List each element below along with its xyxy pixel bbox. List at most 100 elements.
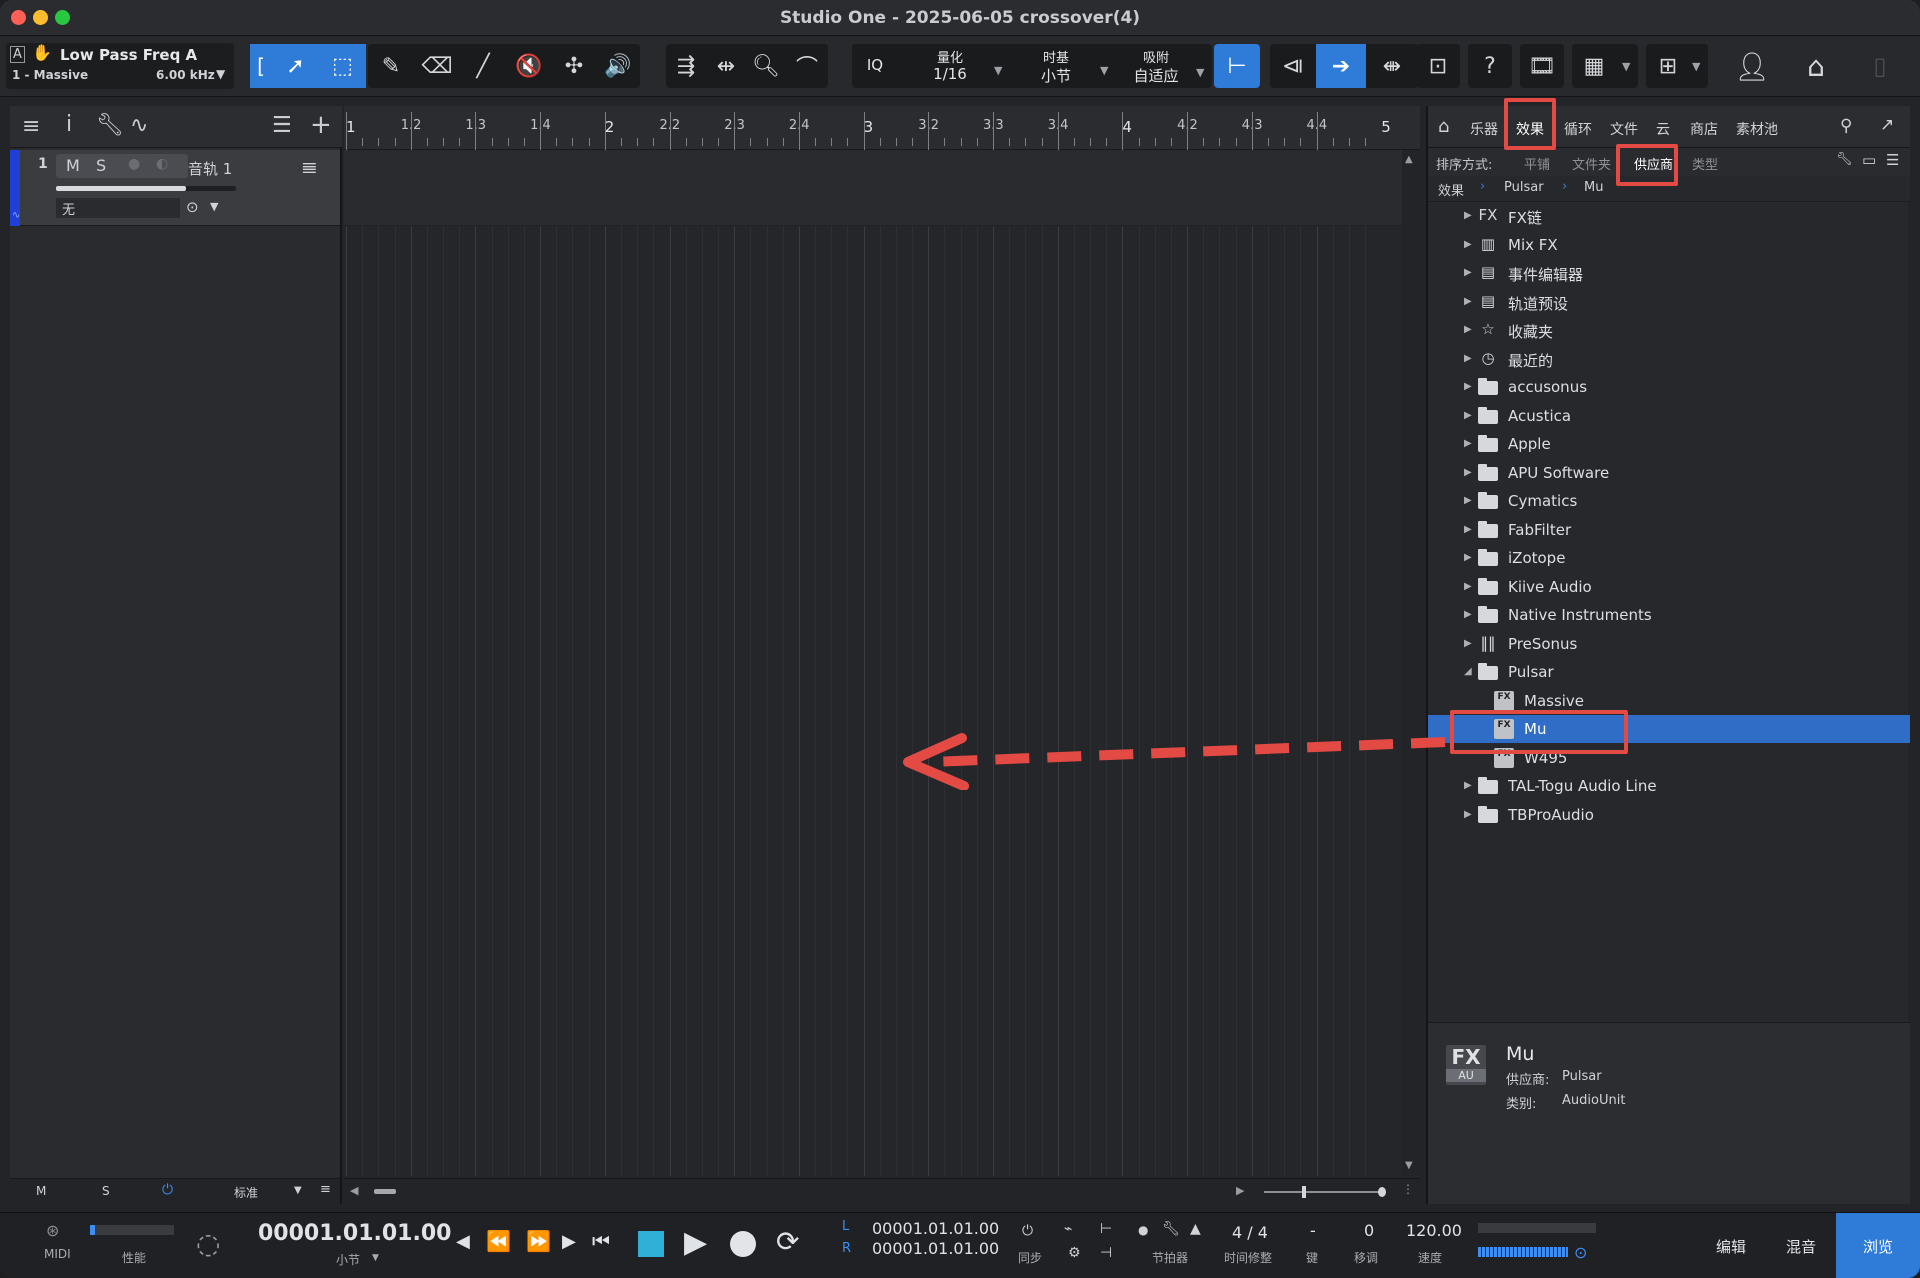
comping-tool-button[interactable]: ⌒ [786,44,828,88]
autoscroll-left-button[interactable]: ⧏ [1270,44,1316,88]
arrow-tool-button[interactable]: ➚ [272,44,319,88]
browse-view-button[interactable]: 浏览 [1836,1213,1920,1278]
arrange-view[interactable]: 11.21.31.422.22.32.433.23.33.444.24.34.4… [344,106,1420,1204]
scroll-up-icon[interactable]: ▲ [1405,154,1413,165]
chevron-right-icon[interactable]: ▶ [1464,353,1472,364]
return-to-zero-button[interactable]: ⏮ [592,1229,610,1253]
volume-slider[interactable] [56,186,236,191]
sort-flat[interactable]: 平铺 [1524,154,1550,173]
metronome-icon[interactable]: ▲ [1190,1221,1201,1237]
snap-to-grid-button[interactable]: ⊢ [1214,44,1260,88]
focus-button[interactable]: ⊡ [1416,44,1460,88]
precount-icon[interactable]: ⌁ [1064,1221,1072,1237]
fast-forward-button[interactable]: ⏩ [526,1229,551,1253]
tree-item[interactable]: ▶ FabFilter [1428,516,1910,544]
tab-loops[interactable]: 循环 [1564,119,1592,139]
position-display[interactable]: 00001.01.01.00 [258,1221,451,1246]
tree-item[interactable]: ▶ Acustica [1428,402,1910,430]
tab-shop[interactable]: 商店 [1690,119,1718,139]
tempo-display[interactable]: 120.00 [1406,1221,1462,1240]
tree-item[interactable]: FX Mu [1428,715,1910,743]
tab-instruments[interactable]: 乐器 [1470,119,1498,139]
track-height-mode[interactable]: 标准 [234,1184,258,1201]
chevron-right-icon[interactable]: ▶ [1464,609,1472,620]
track-1[interactable]: 1 M S ● ◐ 音轨 1 𝍣 无 ⊙ ▼ ∿ [10,150,340,226]
position-unit[interactable]: 小节 [336,1251,360,1268]
scroll-down-icon[interactable]: ▼ [1405,1160,1413,1171]
chevron-right-icon[interactable]: ▶ [1464,239,1472,250]
tree-item[interactable]: ▶ ▤ 事件编辑器 [1428,259,1910,287]
horizontal-scrollbar[interactable]: ◀ ▶ ⋮ [344,1178,1420,1204]
edit-view-button[interactable]: 编辑 [1696,1213,1766,1278]
tree-item[interactable]: ▶ ◷ 最近的 [1428,345,1910,373]
global-solo-button[interactable]: S [102,1184,110,1198]
split-tool-button[interactable]: ✣ [552,44,596,88]
tree-item[interactable]: ▶ TAL-Togu Audio Line [1428,772,1910,800]
chevron-right-icon[interactable]: ▶ [1464,267,1472,278]
footer-menu-icon[interactable]: ≡ [320,1182,331,1197]
parameter-dropdown-icon[interactable]: ▼ [216,67,225,81]
video-button[interactable]: 🎞︎ [1520,44,1564,88]
tab-pool[interactable]: 素材池 [1736,119,1778,139]
tree-item[interactable]: ▶ iZotope [1428,544,1910,572]
transpose-display[interactable]: 0 [1364,1221,1374,1240]
scroll-thumb[interactable] [374,1189,396,1194]
tab-files[interactable]: 文件 [1610,119,1638,139]
stretch-tool-button[interactable]: ⇹ [706,44,746,88]
stop-button[interactable] [638,1231,664,1257]
chevron-right-icon[interactable]: ▶ [1464,210,1472,221]
loop-button[interactable]: ⟳ [776,1225,799,1258]
global-mute-button[interactable]: M [36,1184,46,1198]
chevron-down-icon[interactable]: ◢ [1464,666,1472,677]
tree-item[interactable]: ▶ ▤ 轨道预设 [1428,288,1910,316]
master-toggle-icon[interactable]: ⊙ [1574,1243,1587,1262]
chevron-right-icon[interactable]: ▶ [1464,638,1472,649]
add-track-icon[interactable]: + [310,110,332,140]
metronome-dot-icon[interactable]: ● [1138,1223,1148,1237]
loop-start-display[interactable]: 00001.01.01.00 [872,1219,999,1238]
tree-item[interactable]: ▶ ☆ 收藏夹 [1428,316,1910,344]
zoom-slider[interactable] [1264,1186,1386,1198]
record-button[interactable] [730,1231,756,1257]
layout-dropdown-icon[interactable]: ▼ [1622,60,1630,73]
follow-playhead-button[interactable]: ➔ [1316,44,1366,88]
browser-home-icon[interactable]: ⌂ [1438,116,1449,137]
play-button[interactable]: ▶ [684,1225,707,1260]
tab-effects[interactable]: 效果 [1516,119,1544,139]
forward-button[interactable]: ▶ [562,1231,576,1252]
tree-item[interactable]: FX W495 [1428,744,1910,772]
chevron-right-icon[interactable]: ▶ [1464,495,1472,506]
breadcrumb-mu[interactable]: Mu [1584,180,1603,195]
add-panel-dropdown-icon[interactable]: ▼ [1692,60,1700,73]
monitor-icon[interactable]: ◐ [156,156,168,172]
tree-item[interactable]: ◢ Pulsar [1428,658,1910,686]
track-options-icon[interactable]: ☰ [272,113,292,138]
paint-tool-button[interactable]: ╱ [460,44,506,88]
punch-icon[interactable]: ⊢ [1100,1221,1112,1237]
input-selector[interactable]: 无 [56,198,180,218]
chevron-right-icon[interactable]: ▶ [1464,410,1472,421]
pencil-tool-button[interactable]: ✎ [368,44,414,88]
layout-grid-button[interactable]: ▦ [1572,44,1616,88]
snap-dropdown-caret-icon[interactable]: ▼ [1196,66,1204,79]
input-toggle-icon[interactable]: ⊙ [186,198,199,216]
tree-item[interactable]: ▶ TBProAudio [1428,801,1910,829]
settings-gear-icon[interactable]: ⚙ [1068,1245,1081,1261]
chevron-right-icon[interactable]: ▶ [1464,581,1472,592]
tree-item[interactable]: ▶ Cymatics [1428,487,1910,515]
scroll-right-icon[interactable]: ▶ [1236,1184,1244,1197]
split-view-button[interactable]: ⇼ [1366,44,1418,88]
mute-tool-button[interactable]: 🔇 [506,44,552,88]
position-unit-dropdown-icon[interactable]: ▼ [372,1253,379,1263]
track-list-menu-icon[interactable]: ≡ [22,114,40,139]
wrench-icon[interactable]: 🔧︎ [96,113,124,138]
tree-item[interactable]: ▶ APU Software [1428,459,1910,487]
scroll-left-icon[interactable]: ◀ [350,1184,358,1197]
help-button[interactable]: ? [1468,44,1512,88]
browser-detach-icon[interactable]: ↗ [1880,115,1894,135]
chevron-right-icon[interactable]: ▶ [1464,381,1472,392]
add-panel-button[interactable]: ⊞ [1646,44,1690,88]
view-mode-icon[interactable]: ▭ [1862,151,1876,169]
range-tool-button[interactable]: [ [250,44,272,88]
mix-view-button[interactable]: 混音 [1766,1213,1836,1278]
